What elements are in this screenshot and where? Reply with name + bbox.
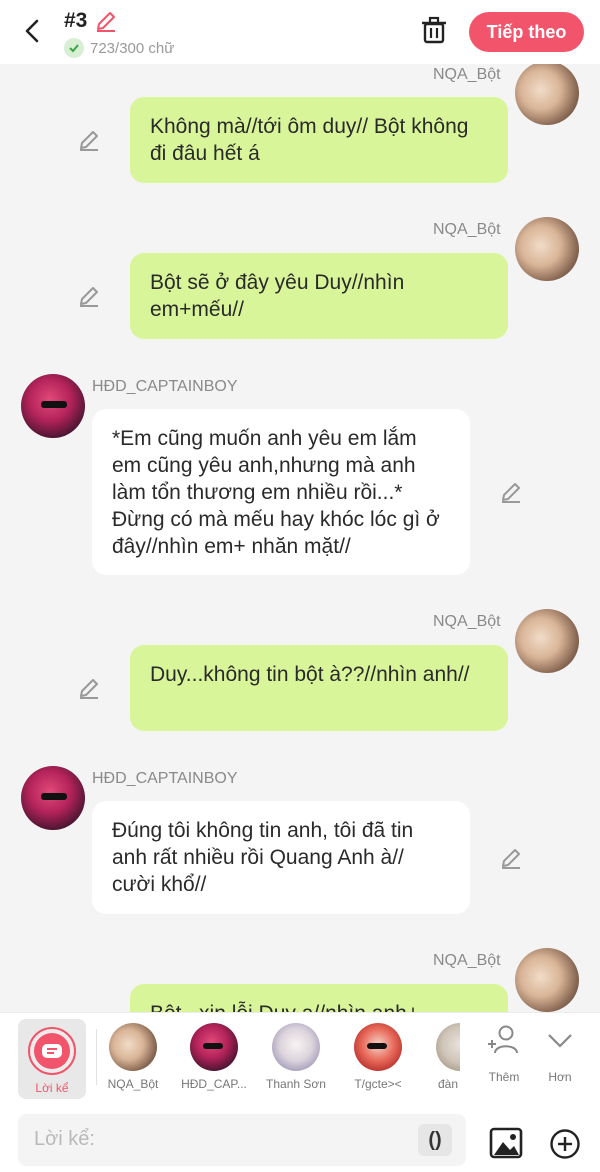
character-item[interactable]: NQA_Bột <box>93 1023 173 1103</box>
sunglasses-icon <box>367 1043 387 1049</box>
trash-icon[interactable] <box>419 15 449 45</box>
avatar <box>109 1023 157 1071</box>
avatar <box>272 1023 320 1071</box>
image-icon[interactable] <box>489 1126 523 1160</box>
sender-name: NQA_Bột <box>433 221 501 238</box>
sender-name: HĐD_CAPTAINBOY <box>92 770 238 787</box>
narrator-button[interactable]: Lời kể <box>18 1019 86 1099</box>
check-icon <box>64 38 84 58</box>
avatar[interactable] <box>21 374 85 438</box>
sender-name: NQA_Bột <box>433 952 501 969</box>
less-label: Hơn <box>548 1070 572 1084</box>
sunglasses-icon <box>203 1043 223 1049</box>
character-name: T/gcte>< <box>354 1077 402 1091</box>
message-bubble[interactable]: Bột...xin lỗi Duy a//nhìn anh+ <box>130 984 508 1012</box>
edit-message-icon[interactable] <box>77 676 101 700</box>
input-bar: Lời kể: () <box>0 1104 600 1172</box>
chapter-title: #3 <box>64 9 88 32</box>
avatar[interactable] <box>515 609 579 673</box>
edit-title-icon[interactable] <box>94 9 118 33</box>
add-person-icon <box>488 1025 518 1054</box>
character-item[interactable]: HĐD_CAP... <box>174 1023 254 1103</box>
avatar <box>190 1023 238 1071</box>
word-count: 723/300 chữ <box>64 38 174 58</box>
narration-input[interactable]: Lời kể: () <box>18 1114 466 1166</box>
character-name: Thanh Sơn <box>266 1077 326 1091</box>
character-name: đàn <box>437 1077 458 1091</box>
sunglasses-icon <box>41 793 67 800</box>
avatar[interactable] <box>515 948 579 1012</box>
avatar[interactable] <box>515 217 579 281</box>
next-button[interactable]: Tiếp theo <box>469 12 584 52</box>
character-name: NQA_Bột <box>107 1077 159 1091</box>
back-arrow-icon[interactable] <box>18 16 48 46</box>
avatar[interactable] <box>515 64 579 125</box>
character-item[interactable]: T/gcte>< <box>338 1023 418 1103</box>
character-selector: Lời kể NQA_Bột HĐD_CAP... Thanh Sơn T/gc… <box>0 1012 600 1105</box>
add-icon[interactable] <box>549 1128 581 1160</box>
avatar <box>354 1023 402 1071</box>
message-bubble[interactable]: Đúng tôi không tin anh, tôi đã tin anh r… <box>92 801 470 914</box>
sunglasses-icon <box>41 401 67 408</box>
input-placeholder: Lời kể: <box>34 1128 95 1150</box>
edit-message-icon[interactable] <box>77 284 101 308</box>
expand-button[interactable]: Hơn <box>530 1023 590 1084</box>
avatar[interactable] <box>21 766 85 830</box>
character-item[interactable]: đàn <box>410 1023 460 1103</box>
message-bubble[interactable]: *Em cũng muốn anh yêu em lắm em cũng yêu… <box>92 409 470 575</box>
message-bubble[interactable]: Bột sẽ ở đây yêu Duy//nhìn em+mếu// <box>130 253 508 339</box>
top-bar: #3 723/300 chữ Tiếp theo <box>0 0 600 64</box>
narration-icon <box>34 1033 70 1069</box>
message-bubble[interactable]: Không mà//tới ôm duy// Bột không đi đâu … <box>130 97 508 183</box>
narrator-label: Lời kể <box>35 1081 69 1095</box>
chevron-down-icon <box>548 1034 572 1048</box>
chat-area[interactable]: NQA_Bột Không mà//tới ôm duy// Bột không… <box>0 64 600 1012</box>
avatar <box>436 1023 460 1071</box>
message-bubble[interactable]: Duy...không tin bột à??//nhìn anh// <box>130 645 508 731</box>
character-name: HĐD_CAP... <box>181 1077 247 1091</box>
more-label: Thêm <box>488 1070 520 1084</box>
sender-name: HĐD_CAPTAINBOY <box>92 378 238 395</box>
word-count-text: 723/300 chữ <box>90 39 175 57</box>
edit-message-icon[interactable] <box>77 128 101 152</box>
add-character-button[interactable]: Thêm <box>474 1023 534 1084</box>
paren-button[interactable]: () <box>418 1124 452 1156</box>
narrator-ring <box>28 1027 76 1075</box>
character-item[interactable]: Thanh Sơn <box>256 1023 336 1103</box>
sender-name: NQA_Bột <box>433 613 501 630</box>
edit-message-icon[interactable] <box>499 480 523 504</box>
edit-message-icon[interactable] <box>499 846 523 870</box>
sender-name: NQA_Bột <box>433 66 501 83</box>
